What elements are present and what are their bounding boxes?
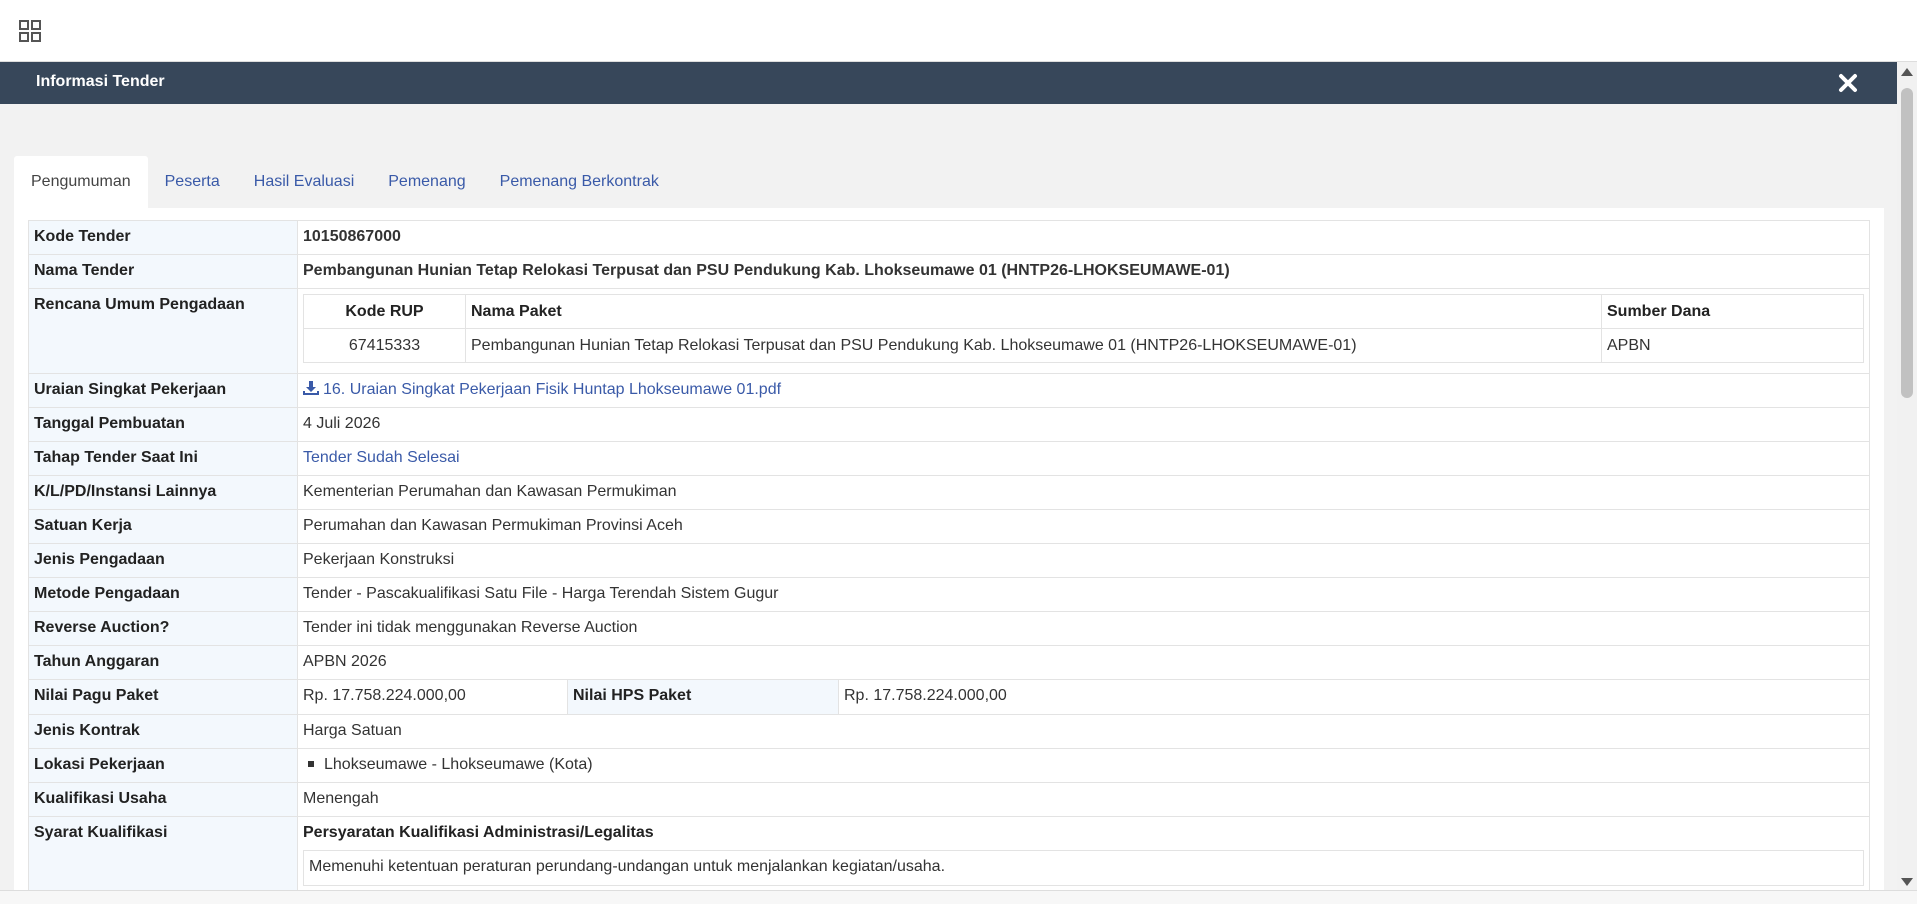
download-icon[interactable]	[303, 381, 319, 395]
syarat-item: Memenuhi ketentuan peraturan perundang-u…	[303, 850, 1864, 886]
label-lokasi: Lokasi Pekerjaan	[28, 748, 298, 783]
row-rup: Rencana Umum Pengadaan Kode RUP Nama Pak…	[28, 288, 1870, 374]
scroll-thumb[interactable]	[1901, 88, 1913, 398]
value-metode: Tender - Pascakualifikasi Satu File - Ha…	[297, 577, 1870, 612]
row-kualifikasi: Kualifikasi Usaha Menengah	[28, 782, 1870, 817]
value-pagu: Rp. 17.758.224.000,00	[298, 680, 568, 714]
label-pagu: Nilai Pagu Paket	[28, 679, 298, 715]
announcement-panel: Kode Tender 10150867000 Nama Tender Pemb…	[14, 208, 1884, 890]
label-rup: Rencana Umum Pengadaan	[28, 288, 298, 374]
value-jenis-pengadaan: Pekerjaan Konstruksi	[297, 543, 1870, 578]
tahap-link[interactable]: Tender Sudah Selesai	[303, 449, 460, 466]
row-syarat: Syarat Kualifikasi Persyaratan Kualifika…	[28, 816, 1870, 890]
syarat-heading: Persyaratan Kualifikasi Administrasi/Leg…	[303, 824, 654, 841]
top-bar	[0, 0, 1917, 62]
uraian-file-link[interactable]: 16. Uraian Singkat Pekerjaan Fisik Hunta…	[323, 381, 781, 398]
row-tahun: Tahun Anggaran APBN 2026	[28, 645, 1870, 680]
value-satker: Perumahan dan Kawasan Permukiman Provins…	[297, 509, 1870, 544]
label-tahun: Tahun Anggaran	[28, 645, 298, 680]
rup-table: Kode RUP Nama Paket Sumber Dana 67415333…	[303, 294, 1864, 363]
label-metode: Metode Pengadaan	[28, 577, 298, 612]
value-kode-tender: 10150867000	[297, 220, 1870, 255]
row-kontrak: Jenis Kontrak Harga Satuan	[28, 714, 1870, 749]
value-kualifikasi: Menengah	[297, 782, 1870, 817]
label-uraian: Uraian Singkat Pekerjaan	[28, 373, 298, 408]
value-tahun: APBN 2026	[297, 645, 1870, 680]
modal-title: Informasi Tender	[36, 73, 165, 90]
label-satker: Satuan Kerja	[28, 509, 298, 544]
modal-header: Informasi Tender	[0, 62, 1897, 104]
label-reverse: Reverse Auction?	[28, 611, 298, 646]
row-tahap: Tahap Tender Saat Ini Tender Sudah Seles…	[28, 441, 1870, 476]
label-kualifikasi: Kualifikasi Usaha	[28, 782, 298, 817]
value-hps: Rp. 17.758.224.000,00	[844, 687, 1007, 704]
tab-hasil-evaluasi[interactable]: Hasil Evaluasi	[237, 156, 371, 208]
rup-row: 67415333 Pembangunan Hunian Tetap Reloka…	[303, 328, 1864, 363]
row-reverse: Reverse Auction? Tender ini tidak menggu…	[28, 611, 1870, 646]
value-reverse: Tender ini tidak menggunakan Reverse Auc…	[297, 611, 1870, 646]
row-lokasi: Lokasi Pekerjaan Lhokseumawe - Lhokseuma…	[28, 748, 1870, 783]
rup-cell-sumber: APBN	[1601, 328, 1864, 363]
tender-info-modal: Informasi Tender Pengumuman Peserta Hasi…	[0, 62, 1897, 890]
row-nama-tender: Nama Tender Pembangunan Hunian Tetap Rel…	[28, 254, 1870, 289]
row-metode: Metode Pengadaan Tender - Pascakualifika…	[28, 577, 1870, 612]
row-satker: Satuan Kerja Perumahan dan Kawasan Permu…	[28, 509, 1870, 544]
tender-info-table: Kode Tender 10150867000 Nama Tender Pemb…	[28, 220, 1870, 890]
close-icon[interactable]	[1837, 72, 1859, 94]
scroll-down-icon[interactable]	[1901, 878, 1913, 886]
label-hps: Nilai HPS Paket	[568, 680, 839, 714]
apps-grid-icon[interactable]	[19, 20, 41, 42]
tab-pemenang-berkontrak[interactable]: Pemenang Berkontrak	[483, 156, 676, 208]
bottom-bar	[0, 890, 1917, 904]
row-kode-tender: Kode Tender 10150867000	[28, 220, 1870, 255]
row-jenis-pengadaan: Jenis Pengadaan Pekerjaan Konstruksi	[28, 543, 1870, 578]
value-kontrak: Harga Satuan	[297, 714, 1870, 749]
tab-pengumuman[interactable]: Pengumuman	[14, 156, 148, 208]
rup-cell-nama: Pembangunan Hunian Tetap Relokasi Terpus…	[465, 328, 1602, 363]
label-tanggal: Tanggal Pembuatan	[28, 407, 298, 442]
bullet-icon	[308, 760, 314, 767]
rup-cell-kode: 67415333	[303, 328, 466, 363]
row-klpd: K/L/PD/Instansi Lainnya Kementerian Peru…	[28, 475, 1870, 510]
row-uraian: Uraian Singkat Pekerjaan 16. Uraian Sing…	[28, 373, 1870, 408]
row-tanggal: Tanggal Pembuatan 4 Juli 2026	[28, 407, 1870, 442]
tab-pemenang[interactable]: Pemenang	[371, 156, 482, 208]
label-tahap: Tahap Tender Saat Ini	[28, 441, 298, 476]
value-nama-tender: Pembangunan Hunian Tetap Relokasi Terpus…	[297, 254, 1870, 289]
label-kode-tender: Kode Tender	[28, 220, 298, 255]
tab-peserta[interactable]: Peserta	[148, 156, 237, 208]
label-klpd: K/L/PD/Instansi Lainnya	[28, 475, 298, 510]
vertical-scrollbar[interactable]	[1897, 62, 1917, 890]
label-nama-tender: Nama Tender	[28, 254, 298, 289]
value-klpd: Kementerian Perumahan dan Kawasan Permuk…	[297, 475, 1870, 510]
rup-header-sumber: Sumber Dana	[1601, 294, 1864, 329]
tab-bar: Pengumuman Peserta Hasil Evaluasi Pemena…	[14, 156, 676, 208]
value-lokasi: Lhokseumawe - Lhokseumawe (Kota)	[324, 756, 593, 773]
label-jenis-pengadaan: Jenis Pengadaan	[28, 543, 298, 578]
row-pagu-hps: Nilai Pagu Paket Rp. 17.758.224.000,00 N…	[28, 679, 1870, 715]
rup-header-kode: Kode RUP	[303, 294, 466, 329]
label-kontrak: Jenis Kontrak	[28, 714, 298, 749]
label-syarat: Syarat Kualifikasi	[28, 816, 298, 890]
value-tanggal: 4 Juli 2026	[297, 407, 1870, 442]
scroll-up-icon[interactable]	[1901, 68, 1913, 76]
rup-header-nama: Nama Paket	[465, 294, 1602, 329]
